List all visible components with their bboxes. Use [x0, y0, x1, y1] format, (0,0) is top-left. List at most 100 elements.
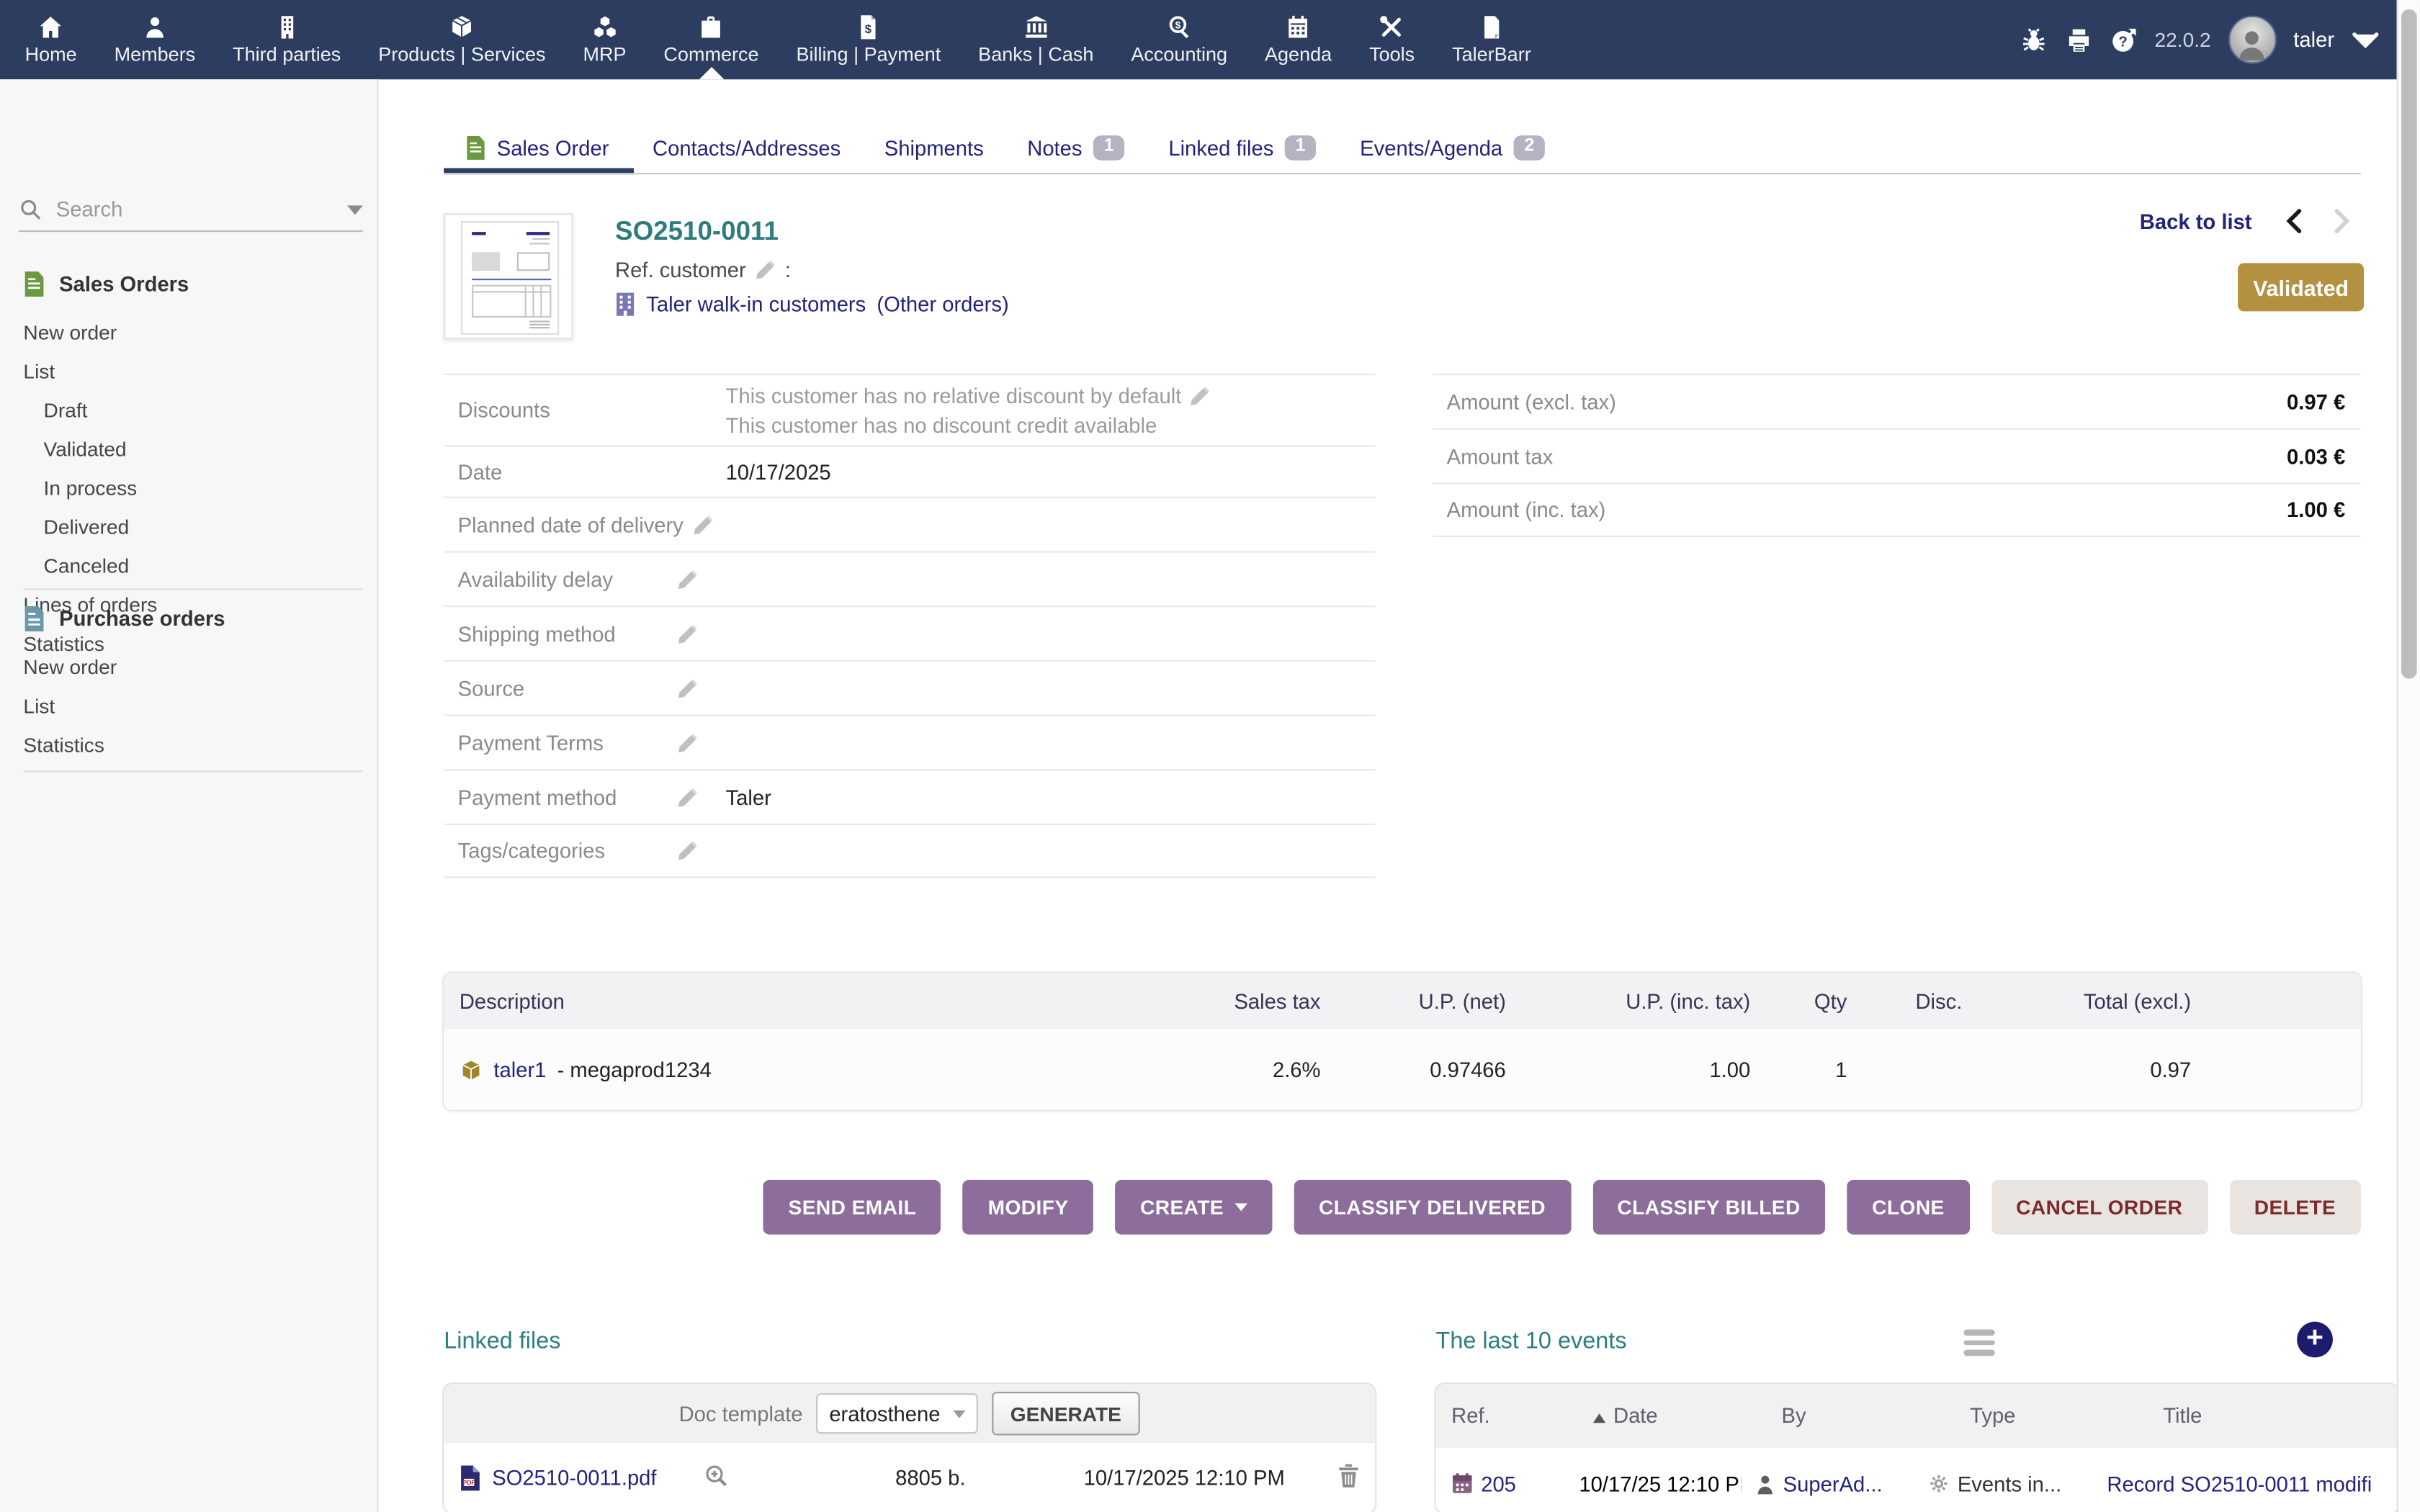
next-record-chevron-icon[interactable]	[2330, 209, 2355, 234]
events-header-row: Ref. Date By Type Title	[1436, 1384, 2398, 1448]
nav-commerce[interactable]: Commerce	[645, 0, 777, 79]
calendar-icon	[1285, 14, 1312, 40]
field-row-tags: Tags/categories	[444, 824, 1375, 878]
delete-file-trash-icon[interactable]	[1337, 1463, 1359, 1488]
nav-agenda[interactable]: Agenda	[1246, 0, 1350, 79]
edit-planned-delivery-pencil-icon[interactable]	[693, 515, 713, 535]
nav-products-services[interactable]: Products | Services	[359, 0, 564, 79]
add-event-button[interactable]: +	[2297, 1322, 2333, 1358]
tab-sales-order[interactable]: Sales Order	[444, 122, 631, 175]
pdf-file-link[interactable]: SO2510-0011.pdf	[492, 1467, 656, 1490]
product-link[interactable]: taler1	[493, 1058, 546, 1081]
lines-header-row: Description Sales tax U.P. (net) U.P. (i…	[444, 973, 2361, 1029]
nav-tools[interactable]: Tools	[1350, 0, 1433, 79]
events-col-title[interactable]: Title	[2151, 1404, 2398, 1427]
cancel-order-button[interactable]: CANCEL ORDER	[1991, 1180, 2208, 1235]
line-qty: 1	[1766, 1058, 1863, 1081]
delete-button[interactable]: DELETE	[2229, 1180, 2361, 1235]
sidebar-item-in-process[interactable]: In process	[23, 469, 361, 508]
tab-notes[interactable]: Notes1	[1005, 122, 1147, 175]
tab-events-agenda[interactable]: Events/Agenda2	[1338, 122, 1567, 175]
file-icon	[1479, 14, 1505, 40]
sidebar-item-po-new-order[interactable]: New order	[23, 647, 361, 686]
other-orders-link[interactable]: (Other orders)	[877, 292, 1008, 315]
events-col-by[interactable]: By	[1769, 1404, 1943, 1427]
edit-tags-pencil-icon[interactable]	[678, 841, 698, 861]
back-to-list-link[interactable]: Back to list	[2140, 210, 2252, 233]
username-label[interactable]: taler	[2293, 28, 2334, 51]
nav-banks-cash[interactable]: Banks | Cash	[959, 0, 1112, 79]
status-badge: Validated	[2238, 263, 2364, 311]
search-dropdown-caret-icon[interactable]	[347, 204, 363, 214]
pdf-file-icon: PDF	[460, 1465, 481, 1492]
search-icon	[19, 198, 42, 221]
sidebar-item-po-statistics[interactable]: Statistics	[23, 726, 361, 765]
vertical-scrollbar-track[interactable]	[2397, 0, 2420, 1512]
print-icon[interactable]	[2064, 26, 2092, 54]
nav-billing-payment[interactable]: $ Billing | Payment	[778, 0, 960, 79]
edit-shipping-pencil-icon[interactable]	[678, 624, 698, 644]
line-up-inc: 1.00	[1521, 1058, 1765, 1081]
sidebar-item-delivered[interactable]: Delivered	[23, 508, 361, 546]
preview-zoom-icon[interactable]	[704, 1463, 729, 1488]
sidebar-item-po-list[interactable]: List	[23, 687, 361, 726]
sidebar-item-new-order[interactable]: New order	[23, 313, 361, 352]
accounting-search-icon: $	[1166, 14, 1193, 40]
vertical-scrollbar-thumb[interactable]	[2401, 9, 2417, 679]
classify-delivered-button[interactable]: CLASSIFY DELIVERED	[1294, 1180, 1570, 1235]
search-input[interactable]	[56, 198, 333, 221]
nav-mrp[interactable]: MRP	[565, 0, 645, 79]
event-ref-link[interactable]: 205	[1481, 1472, 1516, 1495]
modify-button[interactable]: MODIFY	[963, 1180, 1093, 1235]
nav-accounting[interactable]: $ Accounting	[1112, 0, 1246, 79]
field-label: Source	[444, 676, 725, 699]
user-menu-chevron-icon[interactable]	[2352, 26, 2380, 54]
field-row-planned-delivery: Planned date of delivery	[444, 497, 1375, 552]
nav-label: MRP	[583, 44, 626, 66]
amount-row-excl-tax: Amount (excl. tax) 0.97 €	[1433, 374, 2361, 428]
classify-billed-button[interactable]: CLASSIFY BILLED	[1592, 1180, 1825, 1235]
tab-linked-files[interactable]: Linked files1	[1147, 122, 1338, 175]
create-button[interactable]: CREATE	[1115, 1180, 1272, 1235]
edit-discount-pencil-icon[interactable]	[1189, 385, 1209, 405]
events-col-ref[interactable]: Ref.	[1436, 1404, 1567, 1427]
events-list-view-icon[interactable]	[1963, 1329, 1994, 1359]
help-icon[interactable]: ?	[2110, 26, 2138, 54]
tab-shipments[interactable]: Shipments	[862, 122, 1005, 175]
field-label: Discounts	[444, 399, 725, 422]
active-menu-indicator	[699, 67, 724, 79]
sidebar-item-canceled[interactable]: Canceled	[23, 546, 361, 585]
edit-availability-pencil-icon[interactable]	[678, 569, 698, 589]
debug-bug-icon[interactable]	[2019, 26, 2047, 54]
nav-members[interactable]: Members	[96, 0, 215, 79]
briefcase-icon	[698, 14, 725, 40]
generate-button[interactable]: GENERATE	[992, 1392, 1140, 1436]
nav-home[interactable]: Home	[6, 0, 96, 79]
edit-ref-customer-pencil-icon[interactable]	[756, 260, 776, 280]
edit-payment-terms-pencil-icon[interactable]	[678, 732, 698, 752]
sidebar-item-validated[interactable]: Validated	[23, 430, 361, 469]
events-col-date[interactable]: Date	[1581, 1404, 1755, 1427]
prev-record-chevron-icon[interactable]	[2282, 209, 2307, 234]
send-email-button[interactable]: SEND EMAIL	[763, 1180, 941, 1235]
event-title-link[interactable]: Record SO2510-0011 modifi	[2107, 1472, 2372, 1495]
event-user-link[interactable]: SuperAd...	[1783, 1472, 1883, 1495]
nav-label: Products | Services	[378, 44, 545, 66]
building-icon	[274, 14, 300, 40]
field-label: Date	[444, 460, 725, 483]
action-buttons-bar: SEND EMAIL MODIFY CREATE CLASSIFY DELIVE…	[444, 1180, 2361, 1235]
nav-third-parties[interactable]: Third parties	[214, 0, 359, 79]
edit-payment-method-pencil-icon[interactable]	[678, 787, 698, 807]
sidebar-item-list[interactable]: List	[23, 352, 361, 391]
user-avatar[interactable]	[2228, 16, 2276, 64]
sidebar-item-draft[interactable]: Draft	[23, 391, 361, 430]
doc-template-select[interactable]: eratosthene	[817, 1393, 977, 1434]
customer-link[interactable]: Taler walk-in customers	[646, 292, 866, 315]
edit-source-pencil-icon[interactable]	[678, 678, 698, 698]
nav-talerbarr[interactable]: TalerBarr	[1433, 0, 1550, 79]
document-preview-thumbnail[interactable]	[444, 213, 573, 339]
nav-label: Commerce	[663, 44, 758, 66]
clone-button[interactable]: CLONE	[1847, 1180, 1970, 1235]
events-col-type[interactable]: Type	[1958, 1404, 2137, 1427]
tab-contacts-addresses[interactable]: Contacts/Addresses	[631, 122, 863, 175]
